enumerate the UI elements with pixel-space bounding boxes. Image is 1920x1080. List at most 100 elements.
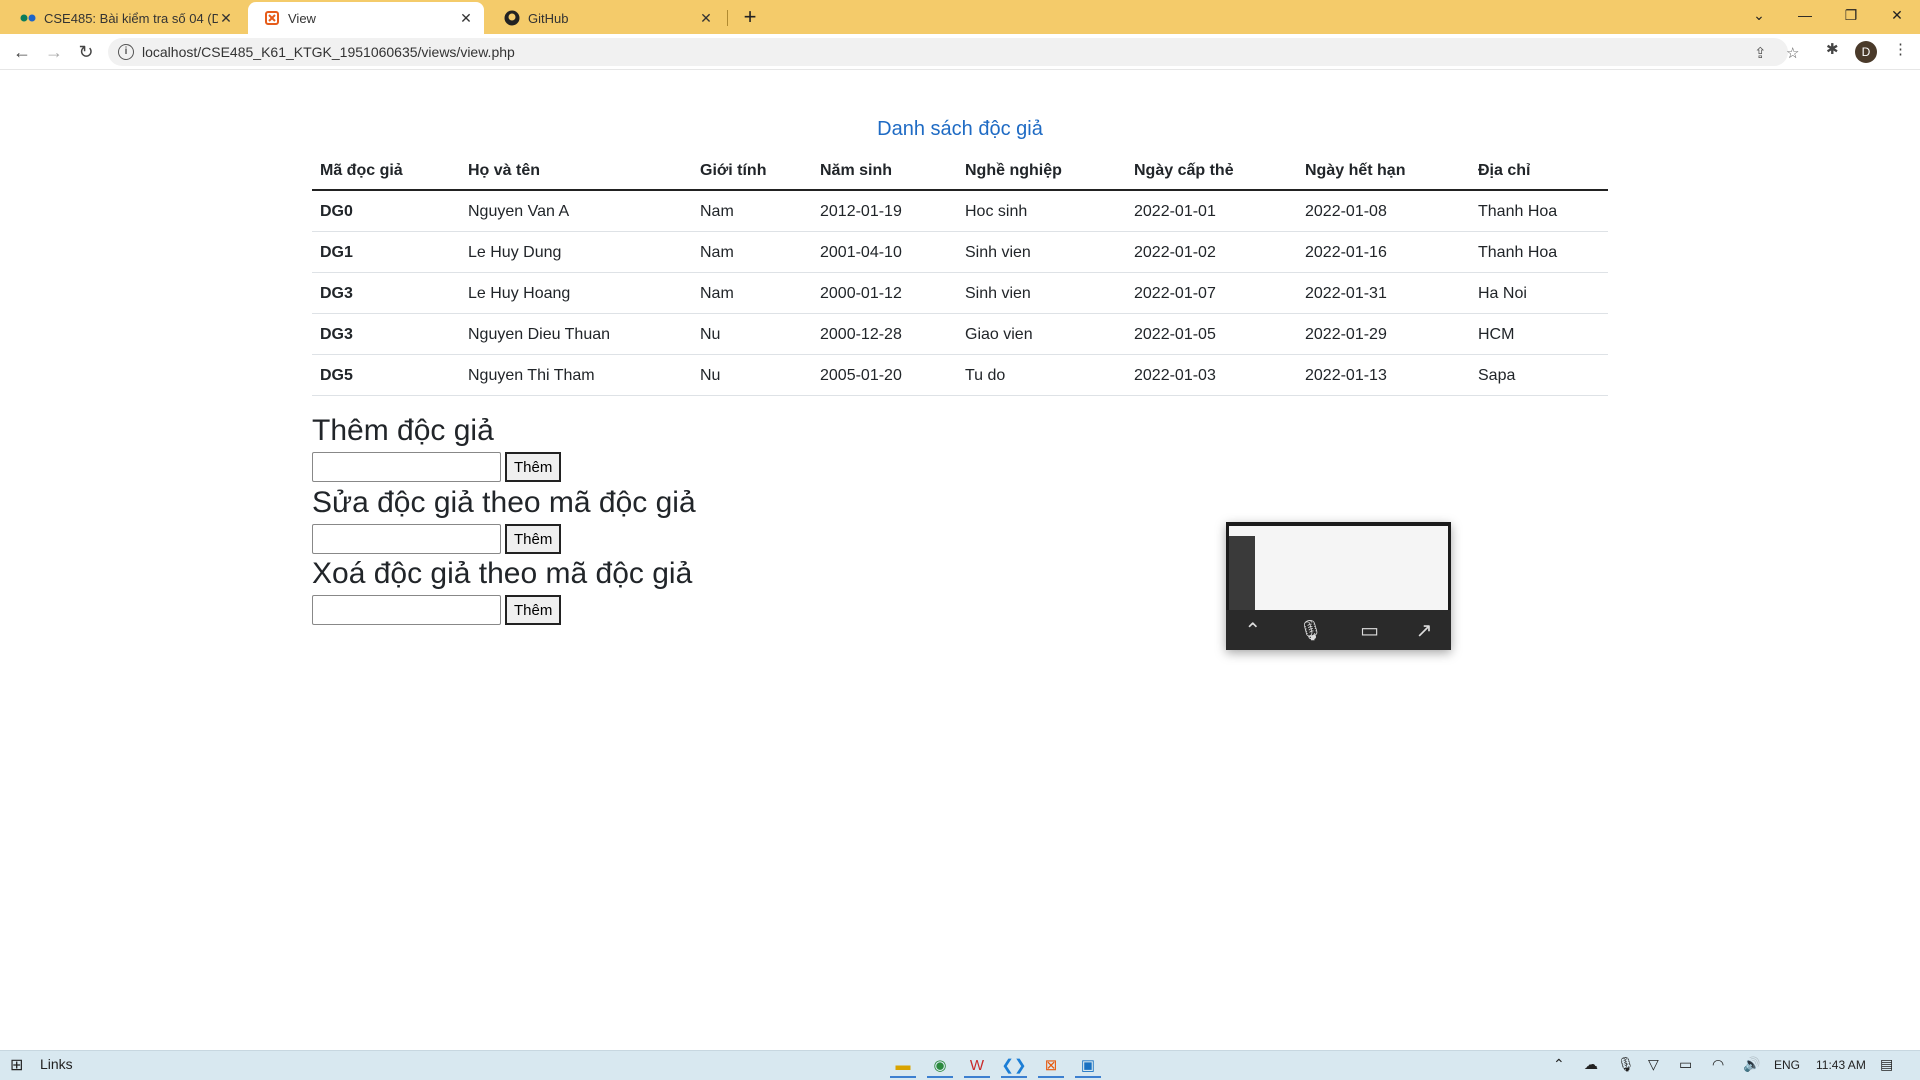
reader-code: DG3: [312, 272, 460, 314]
reader-name: Nguyen Van A: [460, 190, 692, 232]
reader-birth: 2000-12-28: [812, 313, 957, 355]
more-menu-icon[interactable]: ⋮: [1893, 40, 1908, 58]
xampp-icon: [264, 10, 280, 26]
tab-github[interactable]: GitHub ✕: [488, 2, 724, 34]
reader-name: Le Huy Hoang: [460, 272, 692, 314]
microphone-icon[interactable]: 🎙: [1617, 1056, 1635, 1073]
edit-reader-button[interactable]: Thêm: [505, 524, 562, 554]
reader-address: Thanh Hoa: [1470, 231, 1608, 273]
onedrive-icon[interactable]: ☁: [1584, 1056, 1598, 1073]
notification-icon[interactable]: ▤: [1880, 1056, 1893, 1073]
reader-code: DG5: [312, 354, 460, 396]
share-icon[interactable]: ⇪: [1754, 44, 1767, 62]
delete-reader-button[interactable]: Thêm: [505, 595, 562, 625]
camera-icon[interactable]: ▭: [1360, 618, 1379, 643]
forward-button[interactable]: →: [40, 40, 68, 64]
reader-expiry-date: 2022-01-31: [1297, 272, 1470, 314]
bookmark-star-icon[interactable]: ☆: [1786, 44, 1799, 62]
column-header: Họ và tên: [460, 150, 692, 191]
delete-reader-section: Xoá độc giả theo mã độc giả Thêm: [312, 557, 692, 625]
reader-address: HCM: [1470, 313, 1608, 355]
clock[interactable]: 11:43 AM: [1816, 1058, 1866, 1072]
vpn-icon[interactable]: ▽: [1648, 1056, 1659, 1073]
reader-gender: Nam: [692, 272, 812, 314]
close-icon[interactable]: ✕: [698, 10, 714, 27]
wps-office-icon[interactable]: W: [964, 1054, 990, 1078]
reader-gender: Nam: [692, 231, 812, 273]
chrome-icon[interactable]: ◉: [927, 1054, 953, 1078]
table-header-row: Mã đọc giả Họ và tên Giới tính Năm sinh …: [312, 150, 1608, 191]
url-text[interactable]: localhost/CSE485_K61_KTGK_1951060635/vie…: [142, 44, 515, 60]
tab-title: CSE485: Bài kiểm tra số 04 (Dành: [44, 10, 218, 26]
tab-title: GitHub: [528, 10, 569, 26]
reader-gender: Nam: [692, 190, 812, 232]
add-reader-input[interactable]: [312, 452, 501, 482]
column-header: Địa chỉ: [1470, 150, 1608, 191]
tab-title: View: [288, 10, 316, 26]
reader-issue-date: 2022-01-03: [1126, 354, 1297, 396]
extensions-icon[interactable]: ✱: [1826, 40, 1839, 58]
wifi-icon[interactable]: ◠: [1712, 1056, 1724, 1073]
show-hidden-icons-icon[interactable]: ⌃: [1553, 1056, 1565, 1073]
vscode-icon[interactable]: ❮❯: [1001, 1054, 1027, 1078]
site-info-icon[interactable]: i: [118, 44, 134, 60]
reader-job: Giao vien: [957, 313, 1126, 355]
tab-view[interactable]: View ✕: [248, 2, 484, 34]
reader-issue-date: 2022-01-07: [1126, 272, 1297, 314]
form-row: Thêm: [312, 524, 696, 554]
links-toolbar[interactable]: Links: [40, 1056, 73, 1072]
file-explorer-icon[interactable]: ▬: [890, 1054, 916, 1078]
address-bar[interactable]: i localhost/CSE485_K61_KTGK_1951060635/v…: [108, 38, 1799, 66]
table-title: Danh sách độc giả: [877, 118, 1043, 140]
reader-address: Sapa: [1470, 354, 1608, 396]
restore-button[interactable]: ❐: [1828, 0, 1874, 30]
reader-job: Hoc sinh: [957, 190, 1126, 232]
reader-gender: Nu: [692, 354, 812, 396]
reader-code: DG0: [312, 190, 460, 232]
language-indicator[interactable]: ENG: [1774, 1058, 1800, 1072]
volume-icon[interactable]: 🔊: [1743, 1056, 1760, 1073]
reader-address: Ha Noi: [1470, 272, 1608, 314]
video-call-pip[interactable]: ⌃ 🎙 ▭ ↗: [1226, 522, 1451, 650]
reader-job: Sinh vien: [957, 231, 1126, 273]
column-header: Năm sinh: [812, 150, 957, 191]
table-row: DG5 Nguyen Thi Tham Nu 2005-01-20 Tu do …: [312, 354, 1608, 396]
readers-table: Mã đọc giả Họ và tên Giới tính Năm sinh …: [312, 150, 1608, 396]
windows-start-icon[interactable]: ⊞: [10, 1055, 23, 1075]
add-reader-button[interactable]: Thêm: [505, 452, 562, 482]
expand-icon[interactable]: ⌃: [1244, 618, 1261, 643]
close-window-button[interactable]: ✕: [1874, 0, 1920, 30]
new-tab-button[interactable]: +: [738, 4, 762, 30]
xampp-icon[interactable]: ⊠: [1038, 1054, 1064, 1078]
profile-avatar[interactable]: D: [1855, 41, 1877, 63]
mic-muted-icon[interactable]: 🎙: [1298, 618, 1323, 643]
close-icon[interactable]: ✕: [458, 10, 474, 27]
return-to-call-icon[interactable]: ↗: [1416, 618, 1433, 643]
zoom-icon[interactable]: ▣: [1075, 1054, 1101, 1078]
meet-icon: [20, 10, 36, 26]
battery-icon[interactable]: ▭: [1679, 1056, 1692, 1073]
edit-reader-input[interactable]: [312, 524, 501, 554]
section-heading: Thêm độc giả: [312, 414, 494, 447]
column-header: Giới tính: [692, 150, 812, 191]
close-icon[interactable]: ✕: [218, 10, 234, 27]
github-icon: [504, 10, 520, 26]
delete-reader-input[interactable]: [312, 595, 501, 625]
page-content: Danh sách độc giả Mã đọc giả Họ và tên G…: [0, 70, 1920, 1050]
reader-birth: 2001-04-10: [812, 231, 957, 273]
back-button[interactable]: ←: [8, 40, 36, 64]
reader-expiry-date: 2022-01-13: [1297, 354, 1470, 396]
minimize-button[interactable]: —: [1782, 0, 1828, 30]
reader-name: Nguyen Dieu Thuan: [460, 313, 692, 355]
reader-code: DG1: [312, 231, 460, 273]
tab-strip: CSE485: Bài kiểm tra số 04 (Dành ✕ View …: [0, 0, 1920, 34]
form-row: Thêm: [312, 595, 692, 625]
tab-cse485[interactable]: CSE485: Bài kiểm tra số 04 (Dành ✕: [4, 2, 244, 34]
reload-button[interactable]: ↻: [72, 40, 100, 64]
column-header: Ngày cấp thẻ: [1126, 150, 1297, 191]
reader-job: Tu do: [957, 354, 1126, 396]
shared-screen-thumbnail: [1229, 526, 1448, 610]
tab-search-icon[interactable]: ⌄: [1736, 0, 1782, 30]
reader-issue-date: 2022-01-05: [1126, 313, 1297, 355]
add-reader-section: Thêm độc giả Thêm: [312, 414, 562, 482]
